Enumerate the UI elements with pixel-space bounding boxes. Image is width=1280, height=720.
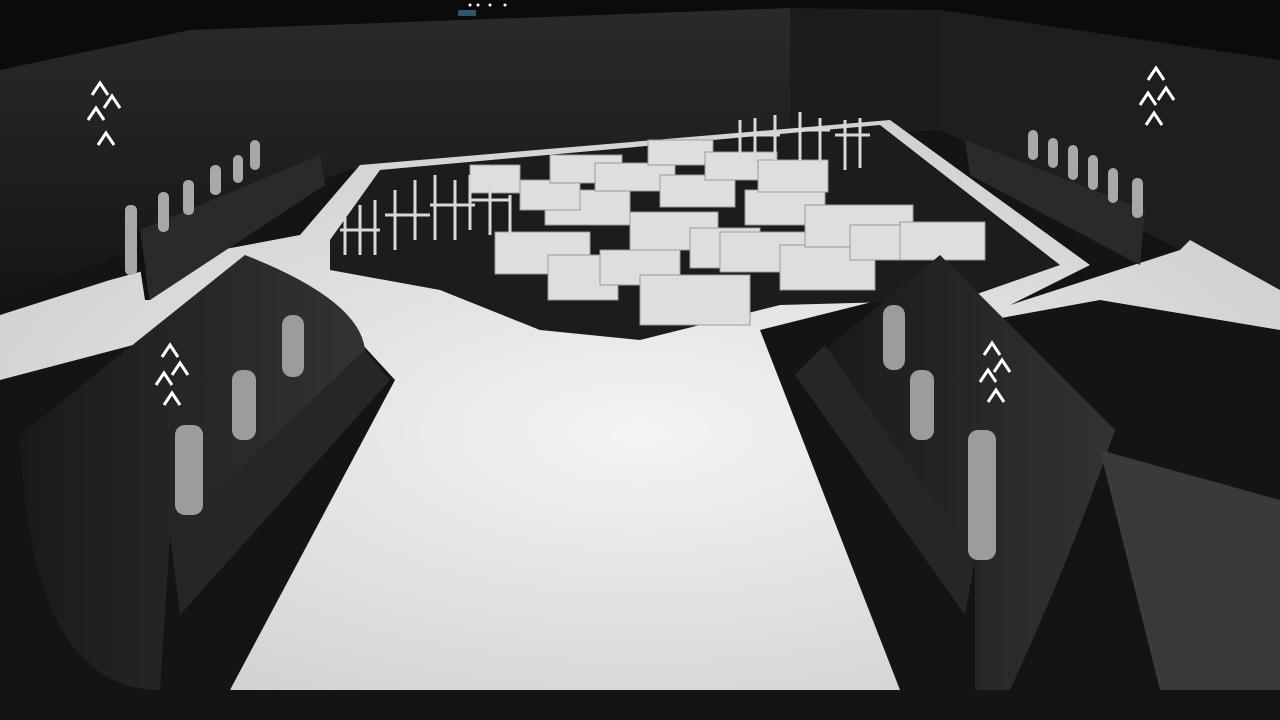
- render-scene: [0, 0, 1280, 720]
